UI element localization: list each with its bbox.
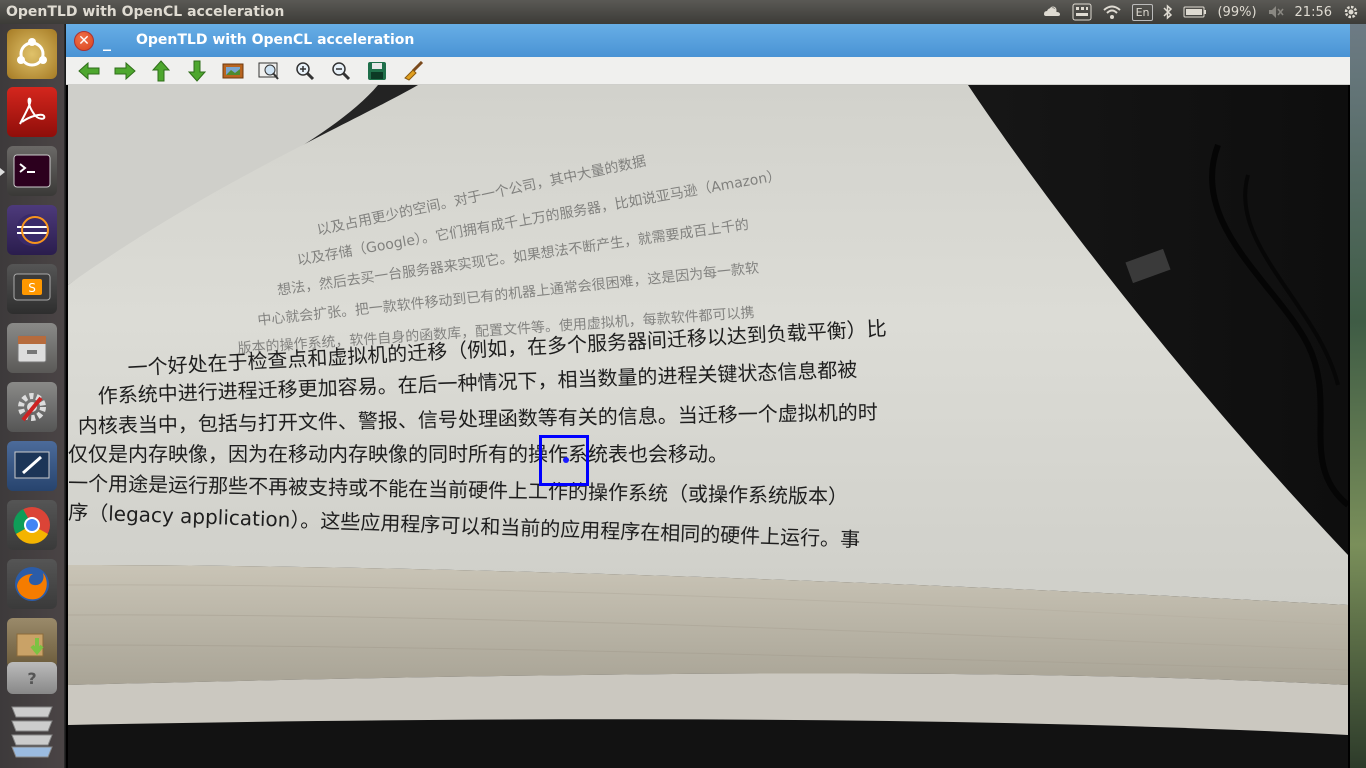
- launcher-pdf-reader[interactable]: [7, 87, 57, 137]
- svg-text:S: S: [28, 281, 36, 295]
- save-icon: [368, 61, 386, 80]
- launcher-screen-recorder[interactable]: [7, 441, 57, 491]
- tracking-bounding-box[interactable]: [539, 435, 589, 486]
- launcher-workspaces[interactable]: [7, 698, 57, 760]
- wifi-icon[interactable]: [1102, 4, 1122, 20]
- zoom-in-icon: [296, 61, 315, 80]
- launcher-eclipse[interactable]: [7, 205, 57, 255]
- bluetooth-icon[interactable]: [1163, 4, 1173, 20]
- forward-button[interactable]: [111, 59, 139, 83]
- launcher-ubuntu-dash[interactable]: [7, 29, 57, 79]
- toolbar: [66, 57, 1350, 85]
- pdf-icon: [19, 97, 46, 125]
- window-titlebar[interactable]: ✕ _ OpenTLD with OpenCL acceleration: [66, 24, 1350, 57]
- keyboard-layout-indicator[interactable]: En: [1131, 3, 1154, 21]
- video-frame[interactable]: 以及占用更少的空间。对于一个公司，其中大量的数据 以及存储（Google）。它们…: [68, 85, 1348, 768]
- help-icon: ?: [27, 668, 37, 688]
- settings-icon: [18, 393, 46, 422]
- arrow-up-icon: [152, 59, 170, 81]
- launcher: S ?: [0, 24, 65, 768]
- terminal-running-indicator: [0, 168, 5, 176]
- install-icon: [16, 633, 44, 657]
- tracking-center-point: [563, 457, 569, 463]
- minimize-button[interactable]: _: [103, 32, 117, 51]
- zoom-fit-icon: [258, 62, 279, 80]
- keyboard-indicator-icon[interactable]: [1072, 3, 1092, 21]
- arrow-left-icon: [78, 61, 100, 80]
- battery-icon[interactable]: [1183, 5, 1207, 19]
- launcher-help[interactable]: ?: [7, 662, 57, 694]
- zoom-out-icon: [332, 61, 351, 80]
- sublime-icon: S: [13, 273, 51, 301]
- firefox-icon: [15, 567, 49, 601]
- image-button[interactable]: [219, 59, 247, 83]
- window-title: OpenTLD with OpenCL acceleration: [136, 32, 415, 48]
- sound-icon[interactable]: [1267, 4, 1285, 20]
- zoom-fit-button[interactable]: [255, 59, 283, 83]
- arrow-down-icon: [188, 60, 206, 82]
- workspaces-icon: [11, 706, 53, 758]
- close-button[interactable]: ✕: [74, 31, 94, 51]
- desktop-background-strip: [1350, 24, 1366, 768]
- minimize-icon: _: [103, 32, 111, 51]
- zoom-in-button[interactable]: [291, 59, 319, 83]
- close-icon: ✕: [78, 33, 90, 49]
- panel-app-title: OpenTLD with OpenCL acceleration: [6, 4, 285, 20]
- launcher-sublime-text[interactable]: S: [7, 264, 57, 314]
- launcher-terminal[interactable]: [7, 146, 57, 196]
- terminal-icon: [13, 154, 51, 188]
- launcher-chrome[interactable]: [7, 500, 57, 550]
- app-window: ✕ _ OpenTLD with OpenCL acceleration 以及占…: [66, 24, 1350, 768]
- down-button[interactable]: [183, 59, 211, 83]
- image-icon: [222, 63, 244, 78]
- save-button[interactable]: [363, 59, 391, 83]
- clock[interactable]: 21:56: [1295, 5, 1332, 20]
- up-button[interactable]: [147, 59, 175, 83]
- book-image: 以及占用更少的空间。对于一个公司，其中大量的数据 以及存储（Google）。它们…: [68, 85, 1348, 768]
- battery-percent[interactable]: (99%): [1217, 5, 1256, 20]
- weather-icon[interactable]: [1042, 4, 1062, 20]
- back-button[interactable]: [75, 59, 103, 83]
- screenshot-icon: [14, 451, 50, 479]
- chrome-icon: [13, 507, 50, 544]
- arrow-right-icon: [114, 61, 136, 80]
- brush-icon: [404, 60, 424, 81]
- clear-button[interactable]: [399, 59, 427, 83]
- eclipse-icon: [16, 214, 49, 246]
- launcher-firefox[interactable]: [7, 559, 57, 609]
- ubuntu-logo-icon: [17, 38, 47, 67]
- launcher-system-settings[interactable]: [7, 382, 57, 432]
- session-gear-icon[interactable]: [1342, 3, 1360, 21]
- top-panel: OpenTLD with OpenCL acceleration En (99%…: [0, 0, 1366, 24]
- book-text-line: 仅仅是内存映像，因为在移动内存映像的同时所有的操作系统表也会移动。: [68, 442, 728, 466]
- files-icon: [17, 335, 47, 363]
- launcher-software-installer[interactable]: [7, 618, 57, 668]
- indicator-area: En (99%) 21:56: [1042, 0, 1360, 24]
- launcher-file-manager[interactable]: [7, 323, 57, 373]
- zoom-out-button[interactable]: [327, 59, 355, 83]
